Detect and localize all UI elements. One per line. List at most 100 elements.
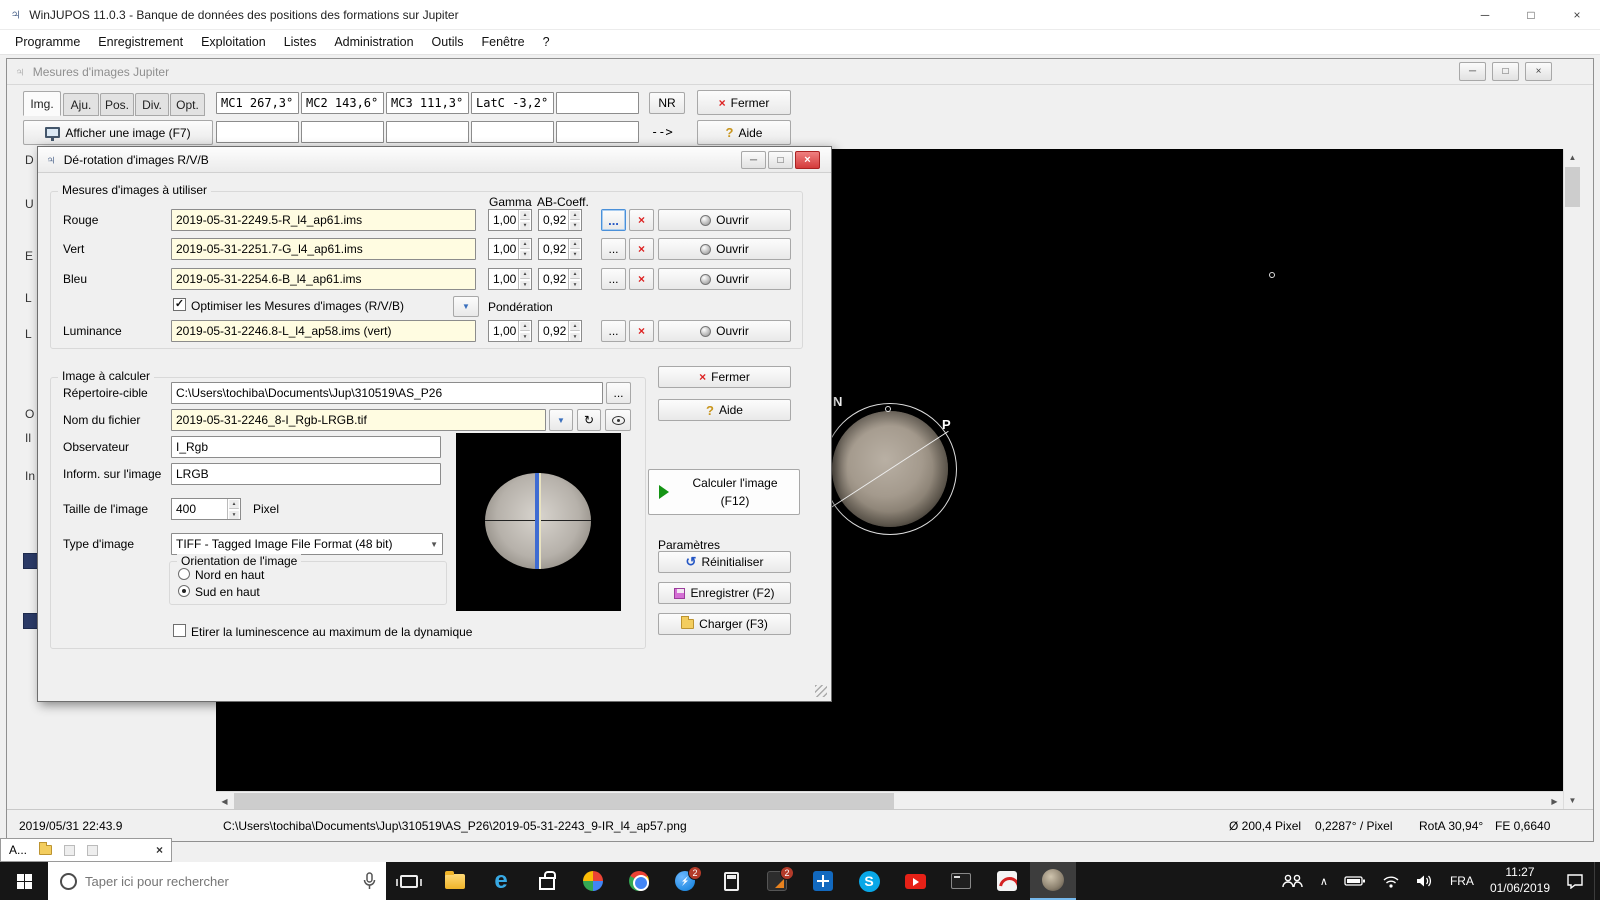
luminance-clear-button[interactable]: ×	[629, 320, 654, 342]
observateur-field[interactable]: I_Rgb	[171, 436, 441, 458]
nom-refresh-button[interactable]: ↻	[577, 409, 601, 431]
start-button[interactable]	[0, 862, 48, 900]
maximize-button[interactable]: □	[1508, 0, 1554, 29]
enregistrer-button[interactable]: Enregistrer (F2)	[658, 582, 791, 604]
inform-field[interactable]: LRGB	[171, 463, 441, 485]
spinner-arrows[interactable]: ▲ ▼	[568, 321, 581, 341]
taskbar-clock[interactable]: 11:27 01/06/2019	[1482, 865, 1558, 896]
spinner-arrows[interactable]: ▲ ▼	[518, 239, 531, 259]
resize-grip[interactable]	[815, 685, 827, 697]
mini-close-button[interactable]: ×	[156, 843, 163, 857]
nord-radio-label[interactable]: Nord en haut	[195, 568, 264, 582]
menu-outils[interactable]: Outils	[423, 35, 473, 49]
vertical-scroll-thumb[interactable]	[1565, 167, 1580, 207]
taskbar-search[interactable]	[48, 862, 386, 900]
nr-button[interactable]: NR	[649, 92, 685, 114]
luminance-gamma-spinner[interactable]: 1,00 ▲ ▼	[488, 320, 532, 342]
spin-down-icon[interactable]: ▼	[570, 332, 580, 341]
console-button[interactable]	[938, 862, 984, 900]
afficher-image-button[interactable]: Afficher une image (F7)	[23, 120, 213, 145]
youtube-button[interactable]	[892, 862, 938, 900]
mail-button[interactable]: 2	[754, 862, 800, 900]
network-icon[interactable]	[1374, 862, 1408, 900]
mdi-minimize-button[interactable]: ─	[1459, 62, 1486, 81]
spin-up-icon[interactable]: ▲	[570, 240, 580, 249]
spinner-arrows[interactable]: ▲ ▼	[227, 499, 240, 519]
repertoire-browse-button[interactable]: ...	[606, 382, 631, 404]
calculator-button[interactable]	[708, 862, 754, 900]
spinner-arrows[interactable]: ▲ ▼	[568, 239, 581, 259]
spin-down-icon[interactable]: ▼	[520, 221, 530, 230]
tray-chevron-icon[interactable]: ∧	[1312, 862, 1336, 900]
scroll-down-arrow[interactable]: ▼	[1564, 792, 1581, 809]
vert-ab-spinner[interactable]: 0,92 ▲ ▼	[538, 238, 582, 260]
search-input[interactable]	[85, 873, 325, 889]
rouge-ab-spinner[interactable]: 0,92 ▲ ▼	[538, 209, 582, 231]
sud-radio[interactable]	[178, 585, 190, 597]
spin-up-icon[interactable]: ▲	[520, 211, 530, 220]
messenger-button[interactable]: 2	[662, 862, 708, 900]
spin-up-icon[interactable]: ▲	[570, 211, 580, 220]
bleu-ab-spinner[interactable]: 0,92 ▲ ▼	[538, 268, 582, 290]
menu-listes[interactable]: Listes	[275, 35, 326, 49]
store-button[interactable]	[524, 862, 570, 900]
volume-icon[interactable]	[1408, 862, 1442, 900]
optimize-dropdown-button[interactable]: ▼	[453, 296, 479, 317]
bleu-file-field[interactable]: 2019-05-31-2254.6-B_l4_ap61.ims	[171, 268, 476, 290]
menu-exploitation[interactable]: Exploitation	[192, 35, 275, 49]
stretch-checkbox[interactable]	[173, 624, 186, 637]
bleu-open-button[interactable]: Ouvrir	[658, 268, 791, 290]
dialog-maximize-button[interactable]: □	[768, 151, 793, 169]
nord-radio[interactable]	[178, 568, 190, 580]
spin-up-icon[interactable]: ▲	[520, 322, 530, 331]
menu-help[interactable]: ?	[534, 35, 559, 49]
photos-button[interactable]	[570, 862, 616, 900]
measurement-list-entry[interactable]: 2019/05/31 22:43.9	[19, 819, 122, 833]
rouge-open-button[interactable]: Ouvrir	[658, 209, 791, 231]
bleu-gamma-spinner[interactable]: 1,00 ▲ ▼	[488, 268, 532, 290]
dialog-minimize-button[interactable]: ─	[741, 151, 766, 169]
spinner-arrows[interactable]: ▲ ▼	[518, 321, 531, 341]
reinitialiser-button[interactable]: ↺ Réinitialiser	[658, 551, 791, 573]
nom-dropdown-button[interactable]: ▼	[549, 409, 573, 431]
nom-fichier-field[interactable]: 2019-05-31-2246_8-I_Rgb-LRGB.tif	[171, 409, 546, 431]
tab-opt[interactable]: Opt.	[170, 93, 205, 116]
spin-up-icon[interactable]: ▲	[570, 270, 580, 279]
spin-up-icon[interactable]: ▲	[520, 270, 530, 279]
bleu-browse-button[interactable]: ...	[601, 268, 626, 290]
type-image-combo[interactable]: TIFF - Tagged Image File Format (48 bit)…	[171, 533, 443, 555]
horizontal-scroll-thumb[interactable]	[234, 793, 894, 809]
spin-down-icon[interactable]: ▼	[520, 280, 530, 289]
action-center-icon[interactable]	[1558, 862, 1592, 900]
spinner-arrows[interactable]: ▲ ▼	[568, 269, 581, 289]
mdi-aide-button[interactable]: ? Aide	[697, 120, 791, 145]
mini-button[interactable]	[87, 844, 99, 856]
chrome-button[interactable]	[616, 862, 662, 900]
mdi-close-button[interactable]: ×	[1525, 62, 1552, 81]
vert-gamma-spinner[interactable]: 1,00 ▲ ▼	[488, 238, 532, 260]
task-view-button[interactable]	[386, 862, 432, 900]
microphone-icon[interactable]	[362, 872, 376, 890]
edge-button[interactable]: e	[478, 862, 524, 900]
rouge-gamma-spinner[interactable]: 1,00 ▲ ▼	[488, 209, 532, 231]
rouge-clear-button[interactable]: ×	[629, 209, 654, 231]
luminance-browse-button[interactable]: ...	[601, 320, 626, 342]
menu-administration[interactable]: Administration	[325, 35, 422, 49]
bleu-clear-button[interactable]: ×	[629, 268, 654, 290]
rouge-file-field[interactable]: 2019-05-31-2249.5-R_l4_ap61.ims	[171, 209, 476, 231]
battery-icon[interactable]	[1336, 862, 1374, 900]
spin-down-icon[interactable]: ▼	[570, 221, 580, 230]
office-button[interactable]	[800, 862, 846, 900]
dialog-aide-button[interactable]: ? Aide	[658, 399, 791, 421]
repertoire-field[interactable]: C:\Users\tochiba\Documents\Jup\310519\AS…	[171, 382, 603, 404]
close-button[interactable]: ×	[1554, 0, 1600, 29]
scroll-left-arrow[interactable]: ◀	[216, 792, 233, 810]
dialog-titlebar[interactable]: ♃ Dé-rotation d'images R/V/B	[38, 147, 831, 173]
vert-open-button[interactable]: Ouvrir	[658, 238, 791, 260]
taille-spinner[interactable]: 400 ▲ ▼	[171, 498, 241, 520]
spin-down-icon[interactable]: ▼	[229, 510, 239, 519]
folder-icon[interactable]	[39, 842, 53, 855]
spin-up-icon[interactable]: ▲	[229, 500, 239, 509]
dialog-close-button[interactable]: ×	[795, 151, 820, 169]
spin-down-icon[interactable]: ▼	[520, 250, 530, 259]
